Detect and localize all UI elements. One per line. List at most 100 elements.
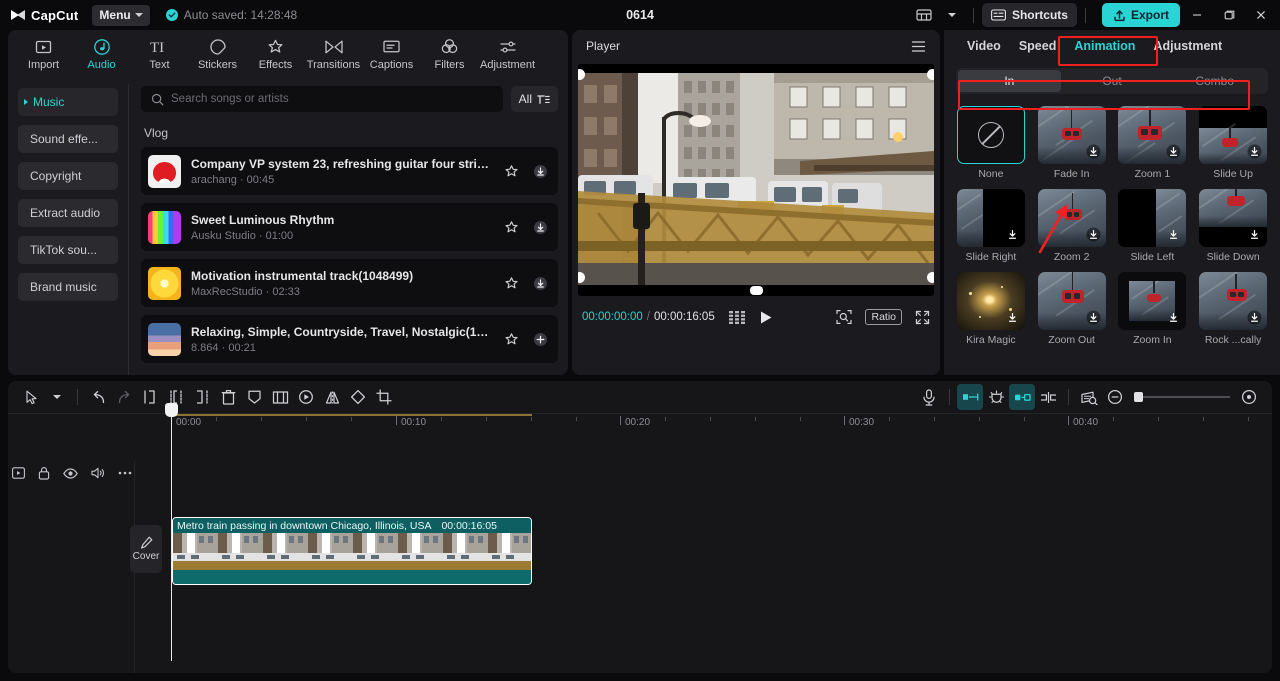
animation-item-slide-right[interactable]: Slide Right — [956, 189, 1026, 263]
adsorption-button[interactable] — [1035, 384, 1061, 410]
tab-adjustment[interactable]: Adjustment — [1144, 35, 1231, 57]
download-icon[interactable] — [533, 276, 548, 291]
animation-item-slide-left[interactable]: Slide Left — [1118, 189, 1188, 263]
download-icon[interactable] — [1166, 310, 1181, 325]
close-button[interactable] — [1246, 0, 1276, 30]
menu-button[interactable]: Menu — [92, 4, 150, 26]
trim-right-button[interactable] — [189, 384, 215, 410]
ratio-button[interactable]: Ratio — [865, 309, 902, 325]
download-icon[interactable] — [533, 164, 548, 179]
tab-animation[interactable]: Animation — [1065, 35, 1144, 57]
mirror-button[interactable] — [319, 384, 345, 410]
nav-tab-filters[interactable]: Filters — [422, 32, 477, 76]
track-type-icon[interactable] — [12, 467, 25, 479]
segment-out[interactable]: Out — [1061, 70, 1164, 92]
nav-tab-transitions[interactable]: Transitions — [306, 32, 361, 76]
fit-to-window-button[interactable] — [1076, 384, 1102, 410]
download-icon[interactable] — [533, 220, 548, 235]
crop-handle-bottom[interactable] — [750, 286, 763, 295]
play-button[interactable] — [759, 310, 773, 325]
maximize-button[interactable] — [1214, 0, 1244, 30]
animation-item-zoom-1[interactable]: Zoom 1 — [1118, 106, 1188, 180]
download-icon[interactable] — [1005, 227, 1020, 242]
freeze-frame-button[interactable] — [267, 384, 293, 410]
playhead-handle[interactable] — [165, 403, 178, 417]
crop-button[interactable] — [371, 384, 397, 410]
timeline-clip[interactable]: Metro train passing in downtown Chicago,… — [172, 517, 532, 585]
crop-handle-tr[interactable] — [927, 69, 934, 80]
nav-tab-adjustment[interactable]: Adjustment — [480, 32, 535, 76]
undo-button[interactable] — [85, 384, 111, 410]
nav-tab-captions[interactable]: Captions — [364, 32, 419, 76]
nav-tab-audio[interactable]: Audio — [74, 32, 129, 76]
crop-handle-br[interactable] — [927, 272, 934, 283]
animation-item-none[interactable]: None — [956, 106, 1026, 180]
animation-item-rock-vertically[interactable]: Rock ...cally — [1198, 272, 1268, 346]
zoom-out-button[interactable] — [1102, 384, 1128, 410]
download-icon[interactable] — [1166, 144, 1181, 159]
auto-snap-button[interactable] — [957, 384, 983, 410]
list-item[interactable]: Motivation instrumental track(1048499) M… — [141, 259, 558, 307]
category-item-sound-effects[interactable]: Sound effe... — [18, 125, 118, 153]
segment-in[interactable]: In — [958, 70, 1061, 92]
zoom-in-button[interactable] — [1236, 384, 1262, 410]
preview-stage[interactable] — [578, 64, 934, 296]
download-icon[interactable] — [1247, 310, 1262, 325]
magnet-snap-button[interactable] — [983, 384, 1009, 410]
tab-speed[interactable]: Speed — [1010, 35, 1066, 57]
fullscreen-icon[interactable] — [915, 310, 930, 325]
search-box[interactable] — [141, 86, 503, 112]
nav-tab-import[interactable]: Import — [16, 32, 71, 76]
more-options-icon[interactable] — [118, 471, 132, 475]
keyframe-button[interactable] — [241, 384, 267, 410]
category-item-music[interactable]: Music — [18, 88, 118, 116]
add-to-timeline-icon[interactable] — [533, 332, 548, 347]
favorite-star-icon[interactable] — [504, 164, 519, 179]
export-button[interactable]: Export — [1101, 3, 1180, 27]
tool-dropdown-button[interactable] — [44, 384, 70, 410]
player-menu-icon[interactable] — [911, 40, 926, 53]
animation-item-kira-magic[interactable]: Kira Magic — [956, 272, 1026, 346]
link-clips-button[interactable] — [1009, 384, 1035, 410]
redo-button[interactable] — [111, 384, 137, 410]
animation-item-zoom-in[interactable]: Zoom In — [1118, 272, 1188, 346]
nav-tab-effects[interactable]: Effects — [248, 32, 303, 76]
nav-tab-stickers[interactable]: Stickers — [190, 32, 245, 76]
list-item[interactable]: Company VP system 23, refreshing guitar … — [141, 147, 558, 195]
download-icon[interactable] — [1166, 227, 1181, 242]
animation-item-zoom-2[interactable]: Zoom 2 — [1037, 189, 1107, 263]
select-tool-button[interactable] — [18, 384, 44, 410]
zoom-slider-handle[interactable] — [1134, 392, 1143, 402]
category-item-extract-audio[interactable]: Extract audio — [18, 199, 118, 227]
category-item-brand-music[interactable]: Brand music — [18, 273, 118, 301]
favorite-star-icon[interactable] — [504, 276, 519, 291]
tab-video[interactable]: Video — [958, 35, 1010, 57]
layout-switcher-button[interactable] — [911, 3, 937, 27]
cover-button[interactable]: Cover — [130, 525, 162, 573]
record-voiceover-button[interactable] — [916, 384, 942, 410]
reverse-button[interactable] — [293, 384, 319, 410]
favorite-star-icon[interactable] — [504, 220, 519, 235]
minimize-button[interactable] — [1182, 0, 1212, 30]
mute-speaker-icon[interactable] — [91, 467, 105, 479]
download-icon[interactable] — [1247, 227, 1262, 242]
download-icon[interactable] — [1086, 227, 1101, 242]
visibility-eye-icon[interactable] — [63, 467, 78, 479]
list-item[interactable]: Relaxing, Simple, Countryside, Travel, N… — [141, 315, 558, 363]
filter-button[interactable]: All — [510, 86, 558, 112]
animation-item-slide-up[interactable]: Slide Up — [1198, 106, 1268, 180]
rotate-button[interactable] — [345, 384, 371, 410]
split-button[interactable] — [137, 384, 163, 410]
animation-item-zoom-out[interactable]: Zoom Out — [1037, 272, 1107, 346]
download-icon[interactable] — [1247, 144, 1262, 159]
zoom-slider[interactable] — [1134, 392, 1230, 402]
nav-tab-text[interactable]: TI Text — [132, 32, 187, 76]
frame-grid-icon[interactable] — [728, 310, 745, 324]
timeline-ruler[interactable]: 00:00 00:10 00:20 00:30 00:40 — [8, 413, 1272, 431]
lock-icon[interactable] — [38, 466, 50, 480]
zoom-detect-icon[interactable] — [836, 309, 853, 325]
layout-chevron-icon[interactable] — [939, 3, 965, 27]
favorite-star-icon[interactable] — [504, 332, 519, 347]
download-icon[interactable] — [1086, 144, 1101, 159]
download-icon[interactable] — [1005, 310, 1020, 325]
